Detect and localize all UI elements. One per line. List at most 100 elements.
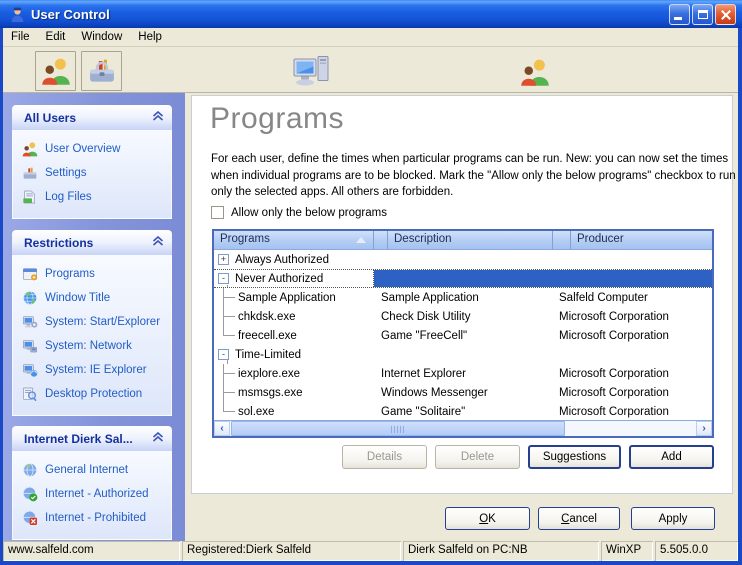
minimize-button[interactable] <box>669 4 690 25</box>
menu-window[interactable]: Window <box>73 29 130 45</box>
column-header-description[interactable]: Description <box>388 231 553 249</box>
sidebar-item-user-overview[interactable]: User Overview <box>13 137 171 161</box>
network-icon <box>22 338 38 354</box>
content-panel: Programs For each user, define the times… <box>191 95 733 494</box>
table-row-chkdsk[interactable]: chkdsk.exe Check Disk Utility Microsoft … <box>214 307 712 326</box>
allow-only-checkbox[interactable] <box>211 206 224 219</box>
menu-help[interactable]: Help <box>130 29 170 45</box>
menu-bar: File Edit Window Help <box>3 28 738 47</box>
table-row-time-limited[interactable]: - Time-Limited <box>214 345 712 364</box>
sidebar-item-window-title[interactable]: Window Title <box>13 286 171 310</box>
table-row-freecell[interactable]: freecell.exe Game "FreeCell" Microsoft C… <box>214 326 712 345</box>
sidebar-item-desktop-protection[interactable]: Desktop Protection <box>13 382 171 406</box>
table-action-buttons: Details Delete Suggestions Add <box>192 445 714 469</box>
status-registered: Registered:Dierk Salfeld <box>182 541 401 561</box>
collapse-icon[interactable]: - <box>218 273 229 284</box>
tree-connector <box>214 307 238 326</box>
sidebar-item-settings[interactable]: Settings <box>13 161 171 185</box>
table-row-sol[interactable]: sol.exe Game "Solitaire" Microsoft Corpo… <box>214 402 712 421</box>
apply-button[interactable]: Apply <box>631 507 715 530</box>
sidebar-section-internet: Internet Dierk Sal... General Internet I… <box>12 426 172 540</box>
users-icon <box>41 56 71 86</box>
sidebar-section-restrictions: Restrictions Programs Window Title <box>12 230 172 416</box>
settings-icon <box>22 165 38 181</box>
status-os: WinXP <box>601 541 653 561</box>
sidebar-item-system-network[interactable]: System: Network <box>13 334 171 358</box>
title-bar: User Control <box>0 0 742 28</box>
table-row-sample-application[interactable]: Sample Application Sample Application Sa… <box>214 288 712 307</box>
programs-icon <box>22 266 38 282</box>
details-button[interactable]: Details <box>342 445 427 469</box>
maximize-icon <box>698 10 708 19</box>
collapse-chevron-icon[interactable] <box>152 236 164 249</box>
column-header-spacer <box>553 231 571 249</box>
ok-button[interactable]: OK <box>445 507 530 530</box>
sidebar-item-general-internet[interactable]: General Internet <box>13 458 171 482</box>
sidebar-section-all-users: All Users User Overview Settings <box>12 105 172 219</box>
column-header-programs[interactable]: Programs <box>214 231 374 249</box>
sidebar-item-system-start-explorer[interactable]: System: Start/Explorer <box>13 310 171 334</box>
delete-button[interactable]: Delete <box>435 445 520 469</box>
allow-only-checkbox-label: Allow only the below programs <box>231 207 387 219</box>
horizontal-scrollbar[interactable]: ‹ › <box>214 420 712 436</box>
collapse-chevron-icon[interactable] <box>152 432 164 445</box>
page-description: For each user, define the times when par… <box>211 151 737 201</box>
tree-connector <box>214 288 238 307</box>
status-version: 5.505.0.0 <box>655 541 738 561</box>
expand-icon[interactable]: + <box>218 254 229 265</box>
table-header: Programs Description Producer <box>214 231 712 250</box>
minimize-icon <box>674 17 682 20</box>
selection-highlight <box>374 270 712 287</box>
toolbar: PC Name: NB User Name: Group Dierk Salfe… <box>3 47 738 93</box>
programs-table: Programs Description Producer <box>212 229 714 438</box>
scroll-left-icon[interactable]: ‹ <box>214 421 230 436</box>
globe-x-icon <box>22 510 38 526</box>
globe-check-icon <box>22 486 38 502</box>
column-header-spacer <box>374 231 388 249</box>
sidebar-item-internet-authorized[interactable]: Internet - Authorized <box>13 482 171 506</box>
window-border-bottom <box>0 561 742 565</box>
status-user-pc: Dierk Salfeld on PC:NB <box>403 541 599 561</box>
toolbox-icon <box>87 56 117 86</box>
window-border-left <box>0 28 3 565</box>
table-row-never-authorized[interactable]: - Never Authorized <box>214 269 712 288</box>
suggestions-button[interactable]: Suggestions <box>528 445 621 469</box>
all-users-section-header[interactable]: All Users <box>12 105 172 130</box>
cancel-button[interactable]: Cancel <box>538 507 620 530</box>
table-row-always-authorized[interactable]: + Always Authorized <box>214 250 712 269</box>
tree-connector <box>214 364 238 383</box>
scrollbar-thumb[interactable] <box>231 421 565 436</box>
users-toolbar-button[interactable] <box>35 51 76 91</box>
content-outer: Programs For each user, define the times… <box>188 93 741 541</box>
menu-edit[interactable]: Edit <box>38 29 74 45</box>
internet-section-header[interactable]: Internet Dierk Sal... <box>12 426 172 451</box>
close-button[interactable] <box>715 4 736 25</box>
ie-icon <box>22 362 38 378</box>
maximize-button[interactable] <box>692 4 713 25</box>
collapse-icon[interactable]: - <box>218 349 229 360</box>
sidebar-item-programs[interactable]: Programs <box>13 262 171 286</box>
globe-icon <box>22 290 38 306</box>
table-row-iexplore[interactable]: iexplore.exe Internet Explorer Microsoft… <box>214 364 712 383</box>
users-icon <box>22 141 38 157</box>
desktop-protection-icon <box>22 386 38 402</box>
tree-connector <box>214 402 238 421</box>
add-button[interactable]: Add <box>629 445 714 469</box>
restrictions-section-header[interactable]: Restrictions <box>12 230 172 255</box>
app-icon <box>9 6 26 23</box>
globe-icon <box>22 462 38 478</box>
sidebar-item-log-files[interactable]: Log Files <box>13 185 171 209</box>
sidebar-item-system-ie-explorer[interactable]: System: IE Explorer <box>13 358 171 382</box>
system-icon <box>22 314 38 330</box>
column-header-producer[interactable]: Producer <box>571 231 712 249</box>
sidebar-item-internet-prohibited[interactable]: Internet - Prohibited <box>13 506 171 530</box>
log-files-icon <box>22 189 38 205</box>
settings-toolbar-button[interactable] <box>81 51 122 91</box>
table-row-msmsgs[interactable]: msmsgs.exe Windows Messenger Microsoft C… <box>214 383 712 402</box>
status-website: www.salfeld.com <box>3 541 180 561</box>
scroll-right-icon[interactable]: › <box>696 421 712 436</box>
menu-file[interactable]: File <box>3 29 38 45</box>
tree-connector <box>214 383 238 402</box>
page-title: Programs <box>210 102 344 136</box>
collapse-chevron-icon[interactable] <box>152 111 164 124</box>
